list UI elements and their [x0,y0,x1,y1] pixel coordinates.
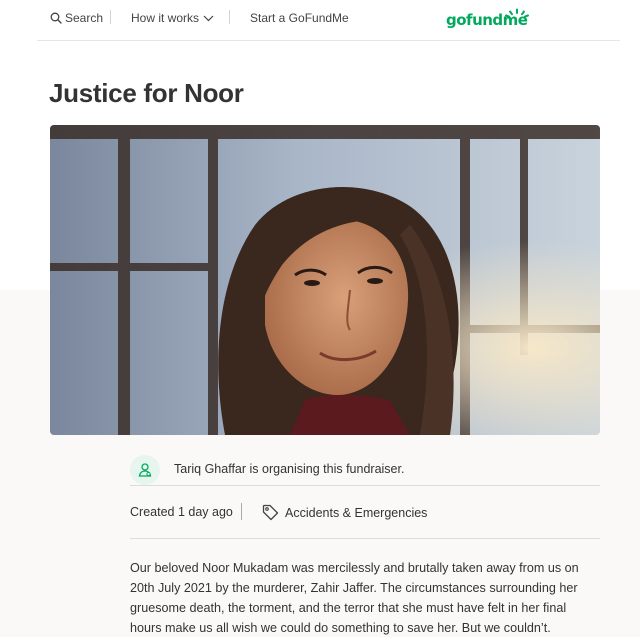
logo-wordmark: gofundme [446,11,528,29]
created-date: Created 1 day ago [130,505,233,519]
category-link[interactable]: Accidents & Emergencies [262,504,427,521]
section-divider [130,485,600,486]
organiser-icon [137,462,153,478]
header-divider [37,40,620,41]
meta-divider [241,503,242,520]
gofundme-logo[interactable]: gofundme [446,8,532,32]
campaign-story: Our beloved Noor Mukadam was mercilessly… [130,561,579,635]
section-divider [130,538,600,539]
campaign-title: Justice for Noor [49,78,244,108]
organiser-avatar [130,455,160,485]
search-button[interactable]: Search [50,11,103,25]
start-gofundme-link[interactable]: Start a GoFundMe [250,11,349,25]
category-label: Accidents & Emergencies [285,505,428,520]
search-label: Search [65,11,104,25]
campaign-photo-illustration [50,125,600,435]
chevron-down-icon [203,15,214,22]
organiser-text: Tariq Ghaffar is organising this fundrai… [174,462,405,476]
nav-divider [110,10,111,24]
nav-divider [229,10,230,24]
campaign-photo[interactable] [50,125,600,435]
site-header: Search How it works Start a GoFundMe gof… [0,0,640,40]
search-icon [50,12,62,24]
tag-icon [262,504,279,521]
start-gofundme-label: Start a GoFundMe [250,11,349,25]
how-it-works-label: How it works [131,11,200,25]
how-it-works-menu[interactable]: How it works [131,11,214,25]
